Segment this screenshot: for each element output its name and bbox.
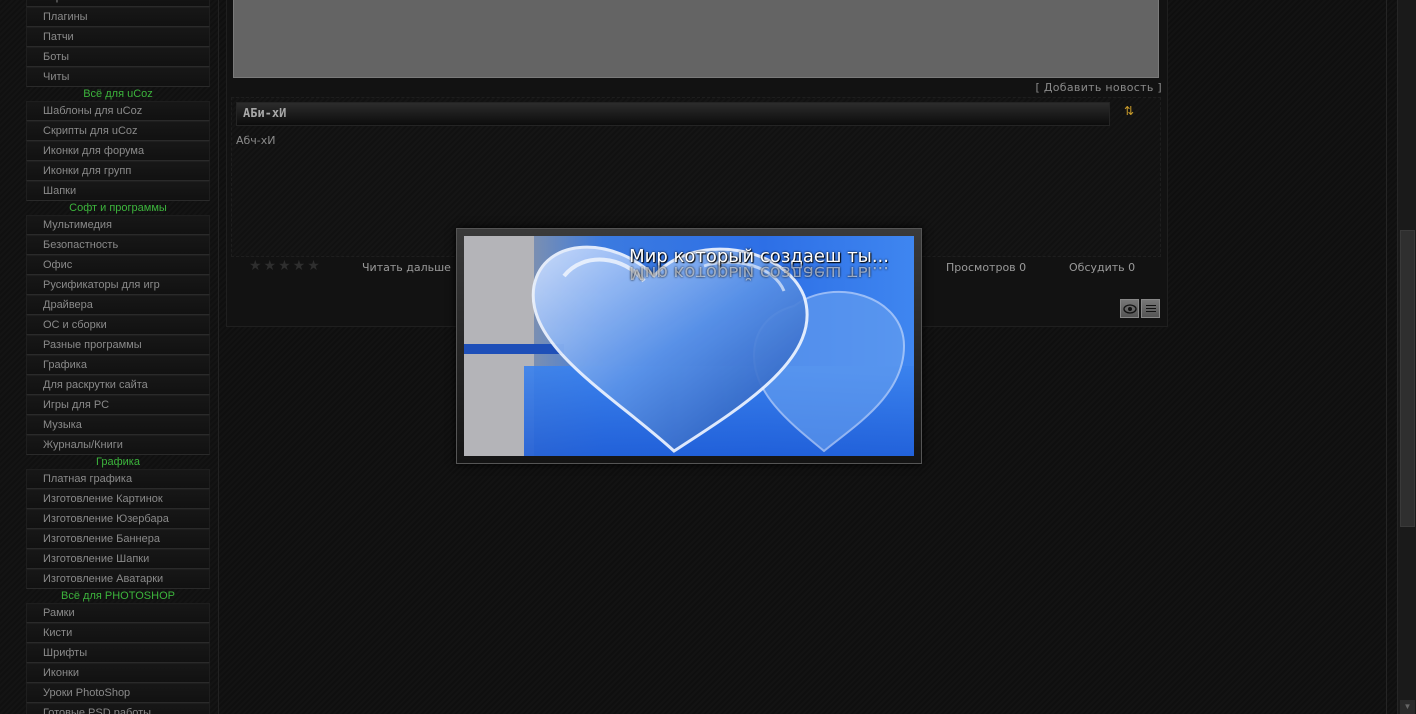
sidebar-item[interactable]: Графика bbox=[26, 355, 210, 375]
sidebar-item[interactable]: Изготовление Аватарки bbox=[26, 569, 210, 589]
sidebar-item[interactable]: Шаблоны для uCoz bbox=[26, 101, 210, 121]
add-news-link[interactable]: [ Добавить новость ] bbox=[1035, 81, 1162, 94]
sidebar-category: Всё для PHOTOSHOP bbox=[61, 590, 175, 602]
sidebar-item[interactable]: Разные программы bbox=[26, 335, 210, 355]
sidebar-item[interactable]: Для раскрутки сайта bbox=[26, 375, 210, 395]
sidebar-menu: СкриптыПлагиныПатчиБотыЧитыВсё для uCozШ… bbox=[26, 0, 210, 714]
list-view-icon[interactable] bbox=[1141, 299, 1160, 318]
sidebar-item[interactable]: Иконки для форума bbox=[26, 141, 210, 161]
read-more-link[interactable]: Читать дальше bbox=[362, 261, 451, 274]
sidebar-item[interactable]: Скрипты для uCoz bbox=[26, 121, 210, 141]
sidebar-item[interactable]: Шрифты bbox=[26, 643, 210, 663]
post-title-bar: АБи-хИ bbox=[236, 102, 1110, 126]
sidebar: СкриптыПлагиныПатчиБотыЧитыВсё для uCozШ… bbox=[0, 0, 219, 714]
scrollbar-thumb[interactable] bbox=[1400, 230, 1415, 527]
sidebar-item[interactable]: Рамки bbox=[26, 603, 210, 623]
popup-caption-reflection: Мир который создаеш ты... bbox=[629, 262, 889, 283]
sidebar-item[interactable]: Иконки для групп bbox=[26, 161, 210, 181]
sort-arrows-icon[interactable]: ⇅ bbox=[1124, 104, 1134, 118]
sidebar-item[interactable]: Платная графика bbox=[26, 469, 210, 489]
sidebar-item[interactable]: Изготовление Шапки bbox=[26, 549, 210, 569]
sidebar-category: Софт и программы bbox=[69, 202, 167, 214]
views-count: Просмотров 0 bbox=[946, 261, 1027, 274]
sidebar-item[interactable]: Русификаторы для игр bbox=[26, 275, 210, 295]
sidebar-category: Всё для uCoz bbox=[83, 88, 153, 100]
sidebar-item[interactable]: Читы bbox=[26, 67, 210, 87]
sidebar-item[interactable]: Кисти bbox=[26, 623, 210, 643]
post-body: Абч-хИ bbox=[236, 134, 276, 147]
sidebar-item[interactable]: Иконки bbox=[26, 663, 210, 683]
sidebar-item[interactable]: ОС и сборки bbox=[26, 315, 210, 335]
sidebar-item[interactable]: Игры для PC bbox=[26, 395, 210, 415]
sidebar-item[interactable]: Скрипты bbox=[26, 0, 210, 7]
sidebar-item[interactable]: Драйвера bbox=[26, 295, 210, 315]
sidebar-item[interactable]: Журналы/Книги bbox=[26, 435, 210, 455]
sidebar-item[interactable]: Музыка bbox=[26, 415, 210, 435]
sidebar-item[interactable]: Изготовление Картинок bbox=[26, 489, 210, 509]
video-placeholder bbox=[233, 0, 1159, 78]
sidebar-item[interactable]: Плагины bbox=[26, 7, 210, 27]
sidebar-item[interactable]: Шапки bbox=[26, 181, 210, 201]
sidebar-category: Графика bbox=[96, 456, 140, 468]
scrollbar[interactable]: ▼ bbox=[1397, 0, 1416, 714]
eye-icon[interactable] bbox=[1120, 299, 1139, 318]
sidebar-item[interactable]: Изготовление Юзербара bbox=[26, 509, 210, 529]
sidebar-item[interactable]: Готовые PSD работы bbox=[26, 703, 210, 714]
popup-banner-image[interactable]: Мир который создаеш ты... Мир который со… bbox=[464, 236, 914, 456]
view-toolbar bbox=[1120, 299, 1162, 319]
sidebar-item[interactable]: Мультимедия bbox=[26, 215, 210, 235]
sidebar-item[interactable]: Изготовление Баннера bbox=[26, 529, 210, 549]
rating-stars-icon[interactable]: ★★★★★ bbox=[249, 258, 322, 274]
sidebar-item[interactable]: Боты bbox=[26, 47, 210, 67]
sidebar-item[interactable]: Уроки PhotoShop bbox=[26, 683, 210, 703]
sidebar-item[interactable]: Патчи bbox=[26, 27, 210, 47]
post-title[interactable]: АБи-хИ bbox=[243, 106, 286, 120]
discuss-link[interactable]: Обсудить 0 bbox=[1069, 261, 1135, 274]
popup-window[interactable]: Мир который создаеш ты... Мир который со… bbox=[456, 228, 922, 464]
page-right-border bbox=[1386, 0, 1387, 714]
sidebar-item[interactable]: Офис bbox=[26, 255, 210, 275]
scroll-down-arrow-icon[interactable]: ▼ bbox=[1400, 700, 1415, 714]
sidebar-item[interactable]: Безопастность bbox=[26, 235, 210, 255]
